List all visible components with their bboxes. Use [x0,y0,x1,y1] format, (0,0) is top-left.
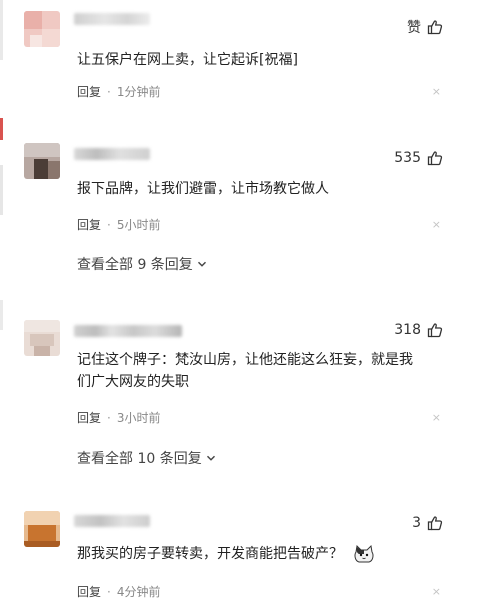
like-count: 3 [412,515,421,531]
thumbs-up-icon [427,20,443,35]
like-count: 318 [394,322,421,338]
timestamp: 1分钟前 [116,85,161,99]
comment-item: 535 报下品牌，让我们避雷，让市场教它做人 回复 · 5小时前 × 查看全部 … [0,140,479,280]
reply-button[interactable]: 回复 [77,216,101,233]
comment-text-line: 们广大网友的失职 [77,374,189,390]
close-icon[interactable]: × [432,411,441,424]
username-blurred[interactable] [74,325,182,337]
timestamp: 4分钟前 [116,585,161,599]
comment-list: 赞 让五保户在网上卖，让它起诉[祝福] 回复 · 1分钟前 × 535 报下品牌… [0,0,479,615]
chevron-down-icon [206,455,215,461]
comment-meta: 回复 · 4分钟前 [77,583,160,600]
view-all-replies-button[interactable]: 查看全部 10 条回复 [77,448,216,468]
cat-sticker-icon [354,544,374,563]
separator-dot: · [107,584,111,599]
avatar[interactable] [24,511,60,547]
comment-text: 报下品牌，让我们避雷，让市场教它做人 [77,181,329,197]
username-blurred[interactable] [74,13,150,25]
view-all-replies-button[interactable]: 查看全部 9 条回复 [77,254,207,274]
username-blurred[interactable] [74,515,150,527]
comment-meta: 回复 · 5小时前 [77,216,160,233]
chevron-down-icon [197,261,206,267]
comment-text-line: 记住这个牌子：梵汝山房，让他还能这么狂妄，就是我 [77,352,413,368]
close-icon[interactable]: × [432,218,441,231]
like-button[interactable]: 535 [394,150,443,166]
separator-dot: · [107,84,111,99]
thumbs-up-icon [427,516,443,531]
avatar[interactable] [24,320,60,356]
view-all-replies-label: 查看全部 10 条回复 [77,451,202,467]
comment-item: 318 记住这个牌子：梵汝山房，让他还能这么狂妄，就是我 们广大网友的失职 回复… [0,317,479,477]
comment-text: 记住这个牌子：梵汝山房，让他还能这么狂妄，就是我 们广大网友的失职 [77,349,457,393]
comment-text-body: 那我买的房子要转卖，开发商能把告破产？ [77,546,343,562]
close-icon[interactable]: × [432,585,441,598]
reply-button[interactable]: 回复 [77,583,101,600]
separator-dot: · [107,217,111,232]
reply-button[interactable]: 回复 [77,409,101,426]
separator-dot: · [107,410,111,425]
timestamp: 3小时前 [116,411,161,425]
comment-text: 那我买的房子要转卖，开发商能把告破产？ [77,543,457,565]
thumbs-up-icon [427,323,443,338]
reply-button[interactable]: 回复 [77,83,101,100]
like-button[interactable]: 3 [412,515,443,531]
timestamp: 5小时前 [116,218,161,232]
view-all-replies-label: 查看全部 9 条回复 [77,257,193,273]
username-blurred[interactable] [74,148,150,160]
avatar[interactable] [24,11,60,47]
comment-meta: 回复 · 1分钟前 [77,83,160,100]
thumbs-up-icon [427,151,443,166]
avatar[interactable] [24,143,60,179]
comment-meta: 回复 · 3小时前 [77,409,160,426]
comment-item: 赞 让五保户在网上卖，让它起诉[祝福] 回复 · 1分钟前 × [0,0,479,110]
like-button[interactable]: 318 [394,322,443,338]
like-count: 535 [394,150,421,166]
close-icon[interactable]: × [432,85,441,98]
like-button[interactable]: 赞 [407,17,443,37]
like-count: 赞 [407,20,421,36]
comment-text: 让五保户在网上卖，让它起诉[祝福] [77,52,298,68]
comment-item: 3 那我买的房子要转卖，开发商能把告破产？ 回复 · 4分钟前 × [0,505,479,615]
